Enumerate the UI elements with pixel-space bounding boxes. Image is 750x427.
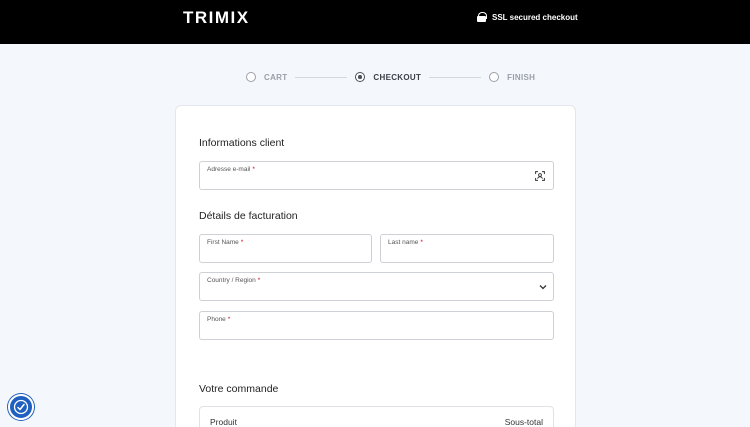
first-name-field[interactable]: First Name * xyxy=(199,234,372,263)
ssl-badge: SSL secured checkout xyxy=(477,11,578,23)
billing-title: Détails de facturation xyxy=(199,210,298,222)
step-finish-label: FINISH xyxy=(507,72,536,82)
first-name-label: First Name * xyxy=(207,239,244,246)
accessibility-button[interactable] xyxy=(8,394,34,420)
phone-field[interactable]: Phone * xyxy=(199,311,554,340)
logo[interactable]: TRIMIX xyxy=(183,8,250,28)
country-label: Country / Region * xyxy=(207,277,261,284)
customer-info-title: Informations client xyxy=(199,137,285,149)
step-connector xyxy=(429,76,482,78)
step-checkout-radio-icon xyxy=(355,72,366,82)
top-bar: TRIMIX SSL secured checkout xyxy=(0,0,750,44)
step-cart-radio-icon xyxy=(246,72,256,82)
step-connector xyxy=(295,76,348,78)
scan-icon[interactable] xyxy=(535,171,545,181)
checkout-card: Informations client Adresse e-mail * Déta… xyxy=(175,105,576,427)
step-checkout[interactable]: CHECKOUT xyxy=(355,72,421,82)
checkout-steps: CART CHECKOUT FINISH xyxy=(246,71,535,83)
col-product: Produit xyxy=(210,417,237,427)
email-label: Adresse e-mail * xyxy=(207,166,255,173)
step-cart[interactable]: CART xyxy=(246,72,287,82)
order-title: Votre commande xyxy=(199,383,279,395)
phone-label: Phone * xyxy=(207,316,231,323)
step-finish-radio-icon xyxy=(489,72,500,82)
email-field[interactable]: Adresse e-mail * xyxy=(199,161,554,190)
last-name-label: Last name * xyxy=(388,239,423,246)
step-finish[interactable]: FINISH xyxy=(489,72,535,82)
chevron-down-icon xyxy=(539,285,547,290)
order-table-header: Produit Sous-total xyxy=(199,406,554,427)
country-select[interactable]: Country / Region * xyxy=(199,272,554,301)
accessibility-icon xyxy=(13,399,29,415)
last-name-field[interactable]: Last name * xyxy=(380,234,554,263)
step-cart-label: CART xyxy=(264,72,288,82)
col-subtotal: Sous-total xyxy=(504,417,543,427)
step-checkout-label: CHECKOUT xyxy=(373,72,422,82)
ssl-text: SSL secured checkout xyxy=(492,12,578,22)
lock-icon xyxy=(477,12,487,22)
